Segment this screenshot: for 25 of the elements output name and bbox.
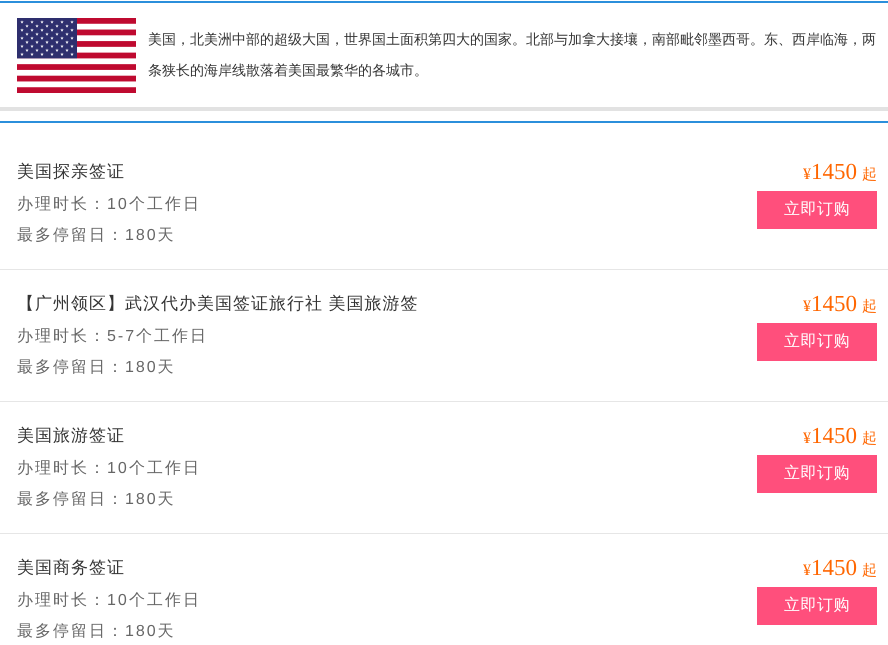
- price-text: ¥1450: [803, 290, 857, 318]
- product-title: 【广州领区】武汉代办美国签证旅行社 美国旅游签: [17, 293, 419, 315]
- order-button[interactable]: 立即订购: [757, 323, 877, 361]
- price-text: ¥1450: [803, 554, 857, 582]
- detail-text: 办理时长：5-7个工作日: [17, 326, 208, 347]
- product-title: 美国商务签证: [17, 557, 125, 579]
- product-title: 美国探亲签证: [17, 161, 125, 183]
- price-text: ¥1450: [803, 158, 857, 186]
- detail-text: 最多停留日：180天: [17, 622, 176, 642]
- detail-text: 最多停留日：180天: [17, 226, 176, 246]
- price-text: ¥1450: [803, 422, 857, 450]
- price-suffix: 起: [862, 429, 877, 449]
- detail-text: 最多停留日：180天: [17, 358, 176, 378]
- price-suffix: 起: [862, 561, 877, 581]
- price-suffix: 起: [862, 297, 877, 317]
- detail-text: 办理时长：10个工作日: [17, 194, 201, 215]
- detail-text: 办理时长：10个工作日: [17, 590, 201, 611]
- detail-text: 办理时长：10个工作日: [17, 458, 201, 479]
- price-suffix: 起: [862, 165, 877, 185]
- intro-text: 美国，北美洲中部的超级大国，世界国土面积第四大的国家。北部与加拿大接壤，南部毗邻墨西哥。东、西岸临海，两条狭长的海岸线散落着美国最繁华的各城市。: [148, 30, 877, 80]
- order-button[interactable]: 立即订购: [757, 191, 877, 229]
- product-title: 美国旅游签证: [17, 425, 125, 447]
- order-button[interactable]: 立即订购: [757, 587, 877, 625]
- order-button[interactable]: 立即订购: [757, 455, 877, 493]
- detail-text: 最多停留日：180天: [17, 490, 176, 510]
